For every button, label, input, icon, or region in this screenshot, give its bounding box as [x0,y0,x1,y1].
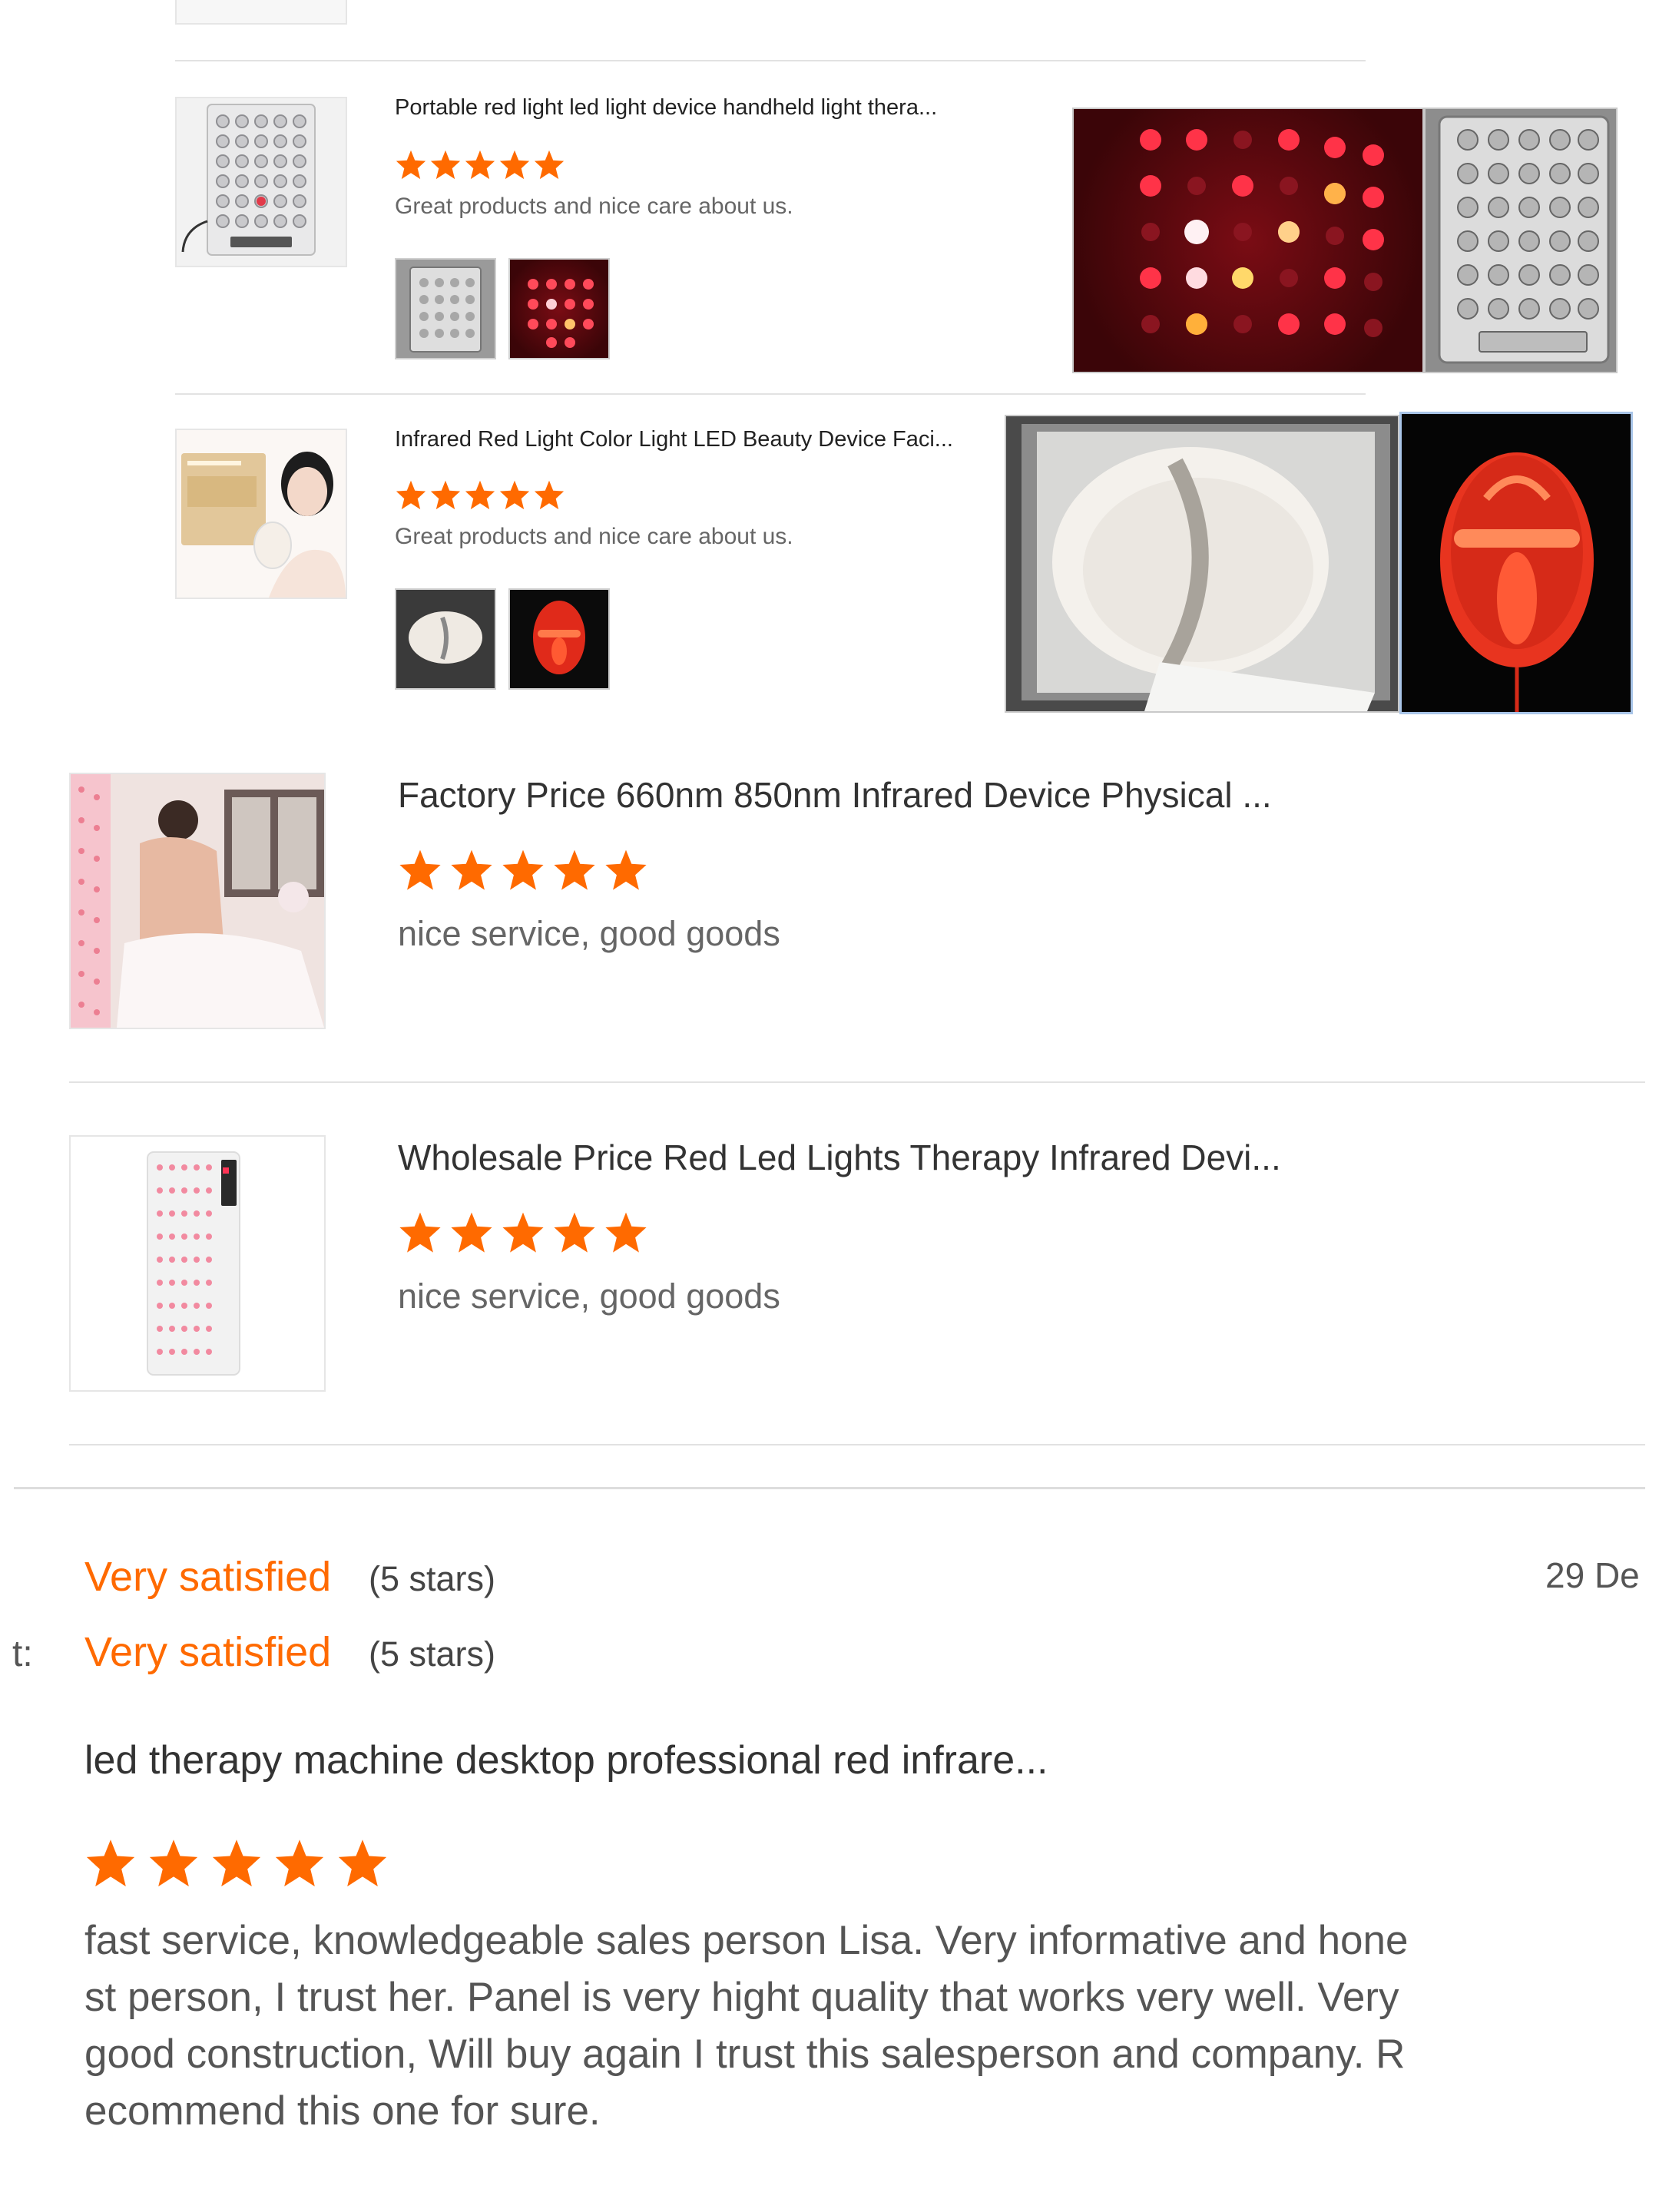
star-rating [398,848,648,891]
star-rating [84,1837,389,1888]
product-thumbnail-partial[interactable] [175,0,347,25]
product-title[interactable]: Wholesale Price Red Led Lights Therapy I… [398,1137,1281,1178]
star-icon [396,150,426,180]
star-icon [430,150,461,180]
review-photo-thumbnail[interactable] [395,588,496,690]
review-photo-thumbnail[interactable] [395,258,496,359]
star-icon [465,480,495,510]
star-icon [212,1839,261,1887]
star-rating [395,149,565,180]
star-icon [534,150,565,180]
review-text-line: good construction, Will buy again I trus… [84,2032,1406,2077]
section-divider [14,1487,1645,1489]
review-photo-large[interactable] [1399,412,1633,714]
divider [175,60,1366,61]
review-text-line: st person, I trust her. Panel is very hi… [84,1975,1399,2020]
review-photo-thumbnail[interactable] [508,258,610,359]
star-icon [499,480,530,510]
divider [69,1444,1645,1445]
satisfaction-rating-label: Very satisfied [84,1554,332,1600]
divider [69,1081,1645,1083]
star-icon [605,849,647,890]
star-icon [149,1839,198,1887]
review-comment: Great products and nice care about us. [395,194,793,219]
star-icon [396,480,426,510]
product-title[interactable]: Infrared Red Light Color Light LED Beaut… [395,427,953,452]
star-icon [86,1839,135,1887]
star-icon [534,480,565,510]
rating-row-prefix: t: [12,1634,33,1674]
star-icon [338,1839,387,1887]
star-icon [399,1212,441,1253]
product-thumbnail[interactable] [69,1135,326,1392]
satisfaction-stars-text: (5 stars) [369,1634,496,1674]
satisfaction-stars-text: (5 stars) [369,1559,496,1598]
review-text-line: ecommend this one for sure. [84,2088,601,2134]
star-icon [465,150,495,180]
star-icon [502,849,544,890]
star-rating [395,479,565,510]
review-date: 29 De [1545,1555,1640,1595]
satisfaction-rating-label: Very satisfied [84,1629,332,1675]
review-text: fast service, knowledgeable sales person… [84,1912,1544,2140]
star-icon [499,150,530,180]
product-thumbnail[interactable] [69,773,326,1029]
product-title[interactable]: Factory Price 660nm 850nm Infrared Devic… [398,774,1272,816]
review-photo-large[interactable] [1005,415,1399,713]
review-photo-large[interactable] [1072,108,1424,373]
review-photo-thumbnail[interactable] [508,588,610,690]
star-icon [605,1212,647,1253]
review-comment: nice service, good goods [398,1277,780,1316]
star-icon [399,849,441,890]
star-icon [275,1839,324,1887]
star-icon [554,849,595,890]
divider [175,393,1366,395]
product-thumbnail[interactable] [175,429,347,599]
review-comment: nice service, good goods [398,914,780,953]
review-text-line: fast service, knowledgeable sales person… [84,1918,1409,1963]
product-thumbnail[interactable] [175,97,347,267]
star-icon [451,849,492,890]
star-rating [398,1210,648,1253]
star-icon [502,1212,544,1253]
review-photo-large[interactable] [1424,108,1618,373]
product-title[interactable]: Portable red light led light device hand… [395,95,937,121]
star-icon [451,1212,492,1253]
product-title[interactable]: led therapy machine desktop professional… [84,1737,1048,1783]
review-comment: Great products and nice care about us. [395,524,793,549]
star-icon [554,1212,595,1253]
star-icon [430,480,461,510]
